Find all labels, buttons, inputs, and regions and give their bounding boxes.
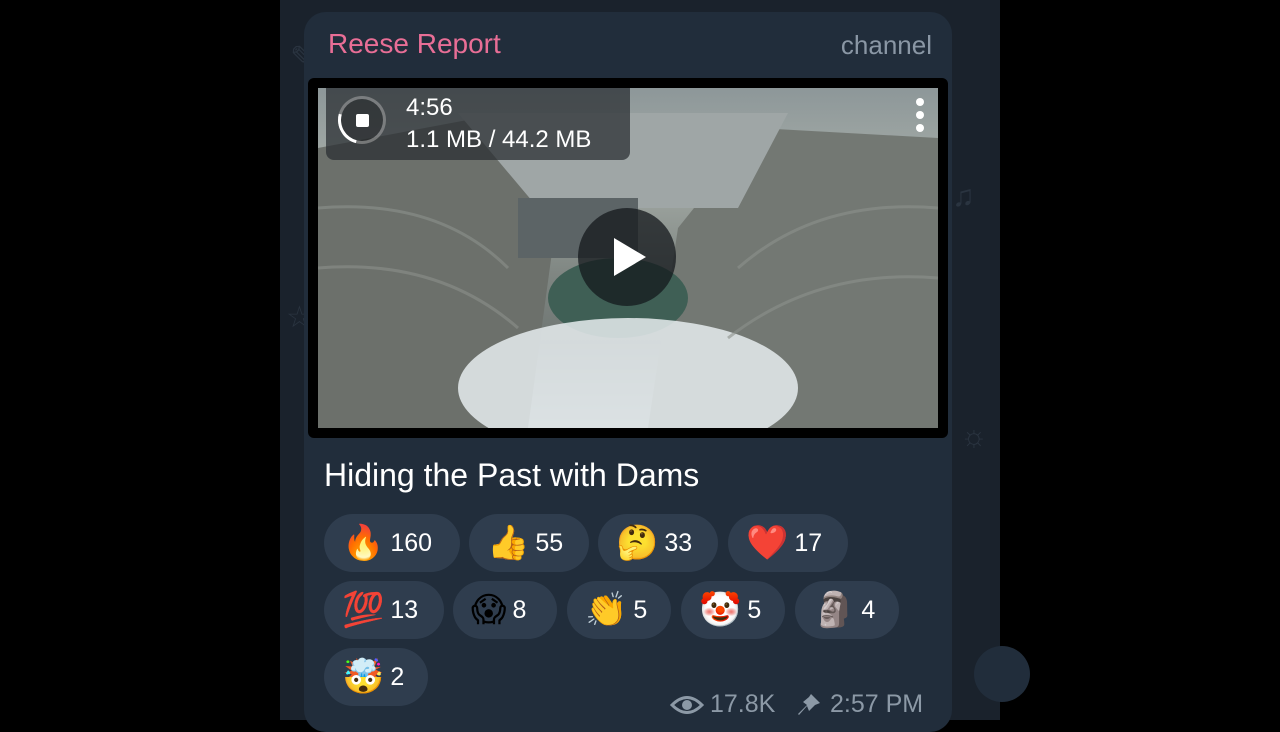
reaction-count: 4 (861, 595, 876, 624)
eye-icon (670, 696, 704, 714)
reaction-scream[interactable]: 😱 8 (453, 581, 557, 639)
video-thumbnail[interactable]: 4:56 1.1 MB / 44.2 MB (318, 88, 938, 428)
reaction-thumbs-up[interactable]: 👍 55 (469, 514, 589, 572)
channel-label: channel (840, 30, 932, 60)
view-count: 17.8K (710, 690, 776, 718)
reaction-count: 5 (633, 595, 648, 624)
reaction-thinking[interactable]: 🤔 33 (598, 514, 718, 572)
reaction-count: 2 (390, 662, 405, 691)
reaction-count: 55 (535, 528, 564, 557)
reaction-clown[interactable]: 🤡 5 (681, 581, 785, 639)
reaction-count: 13 (390, 595, 419, 624)
stop-icon (356, 114, 369, 127)
video-duration: 4:56 (406, 94, 453, 121)
pin-icon (798, 694, 820, 715)
download-progress: 1.1 MB / 44.2 MB (406, 126, 592, 153)
reaction-mind-blown[interactable]: 🤯 2 (324, 648, 428, 706)
reaction-hundred[interactable]: 💯 13 (324, 581, 444, 639)
reaction-count: 5 (747, 595, 762, 624)
message-time: 2:57 PM (830, 690, 924, 718)
clown-face-icon: 🤡 (699, 590, 742, 630)
share-button[interactable] (974, 646, 1030, 702)
reaction-count: 8 (512, 595, 527, 624)
thinking-face-icon: 🤔 (616, 523, 659, 563)
video-player[interactable]: 4:56 1.1 MB / 44.2 MB (308, 78, 948, 438)
message-caption: Hiding the Past with Dams (324, 457, 700, 493)
play-icon (614, 238, 646, 276)
reaction-fire[interactable]: 🔥 160 (324, 514, 460, 572)
screaming-face-icon: 😱 (471, 590, 507, 630)
reaction-moai[interactable]: 🗿 4 (795, 581, 899, 639)
doodle-icon: ☼ (960, 420, 988, 453)
stop-download-button[interactable] (329, 88, 395, 153)
clapping-hands-icon: 👏 (585, 590, 628, 630)
reaction-clap[interactable]: 👏 5 (567, 581, 671, 639)
heart-icon: ❤️ (746, 523, 789, 563)
reaction-count: 17 (794, 528, 823, 557)
reaction-heart[interactable]: ❤️ 17 (728, 514, 848, 572)
channel-name[interactable]: Reese Report (328, 28, 501, 60)
thumbs-up-icon: 👍 (487, 523, 530, 563)
more-vertical-icon[interactable] (916, 98, 926, 138)
exploding-head-icon: 🤯 (342, 657, 385, 697)
fire-icon: 🔥 (342, 523, 385, 563)
video-info-overlay: 4:56 1.1 MB / 44.2 MB (326, 88, 630, 160)
doodle-icon: ♫ (952, 180, 975, 213)
hundred-points-icon: 💯 (342, 590, 385, 630)
reaction-count: 160 (390, 528, 433, 557)
reaction-count: 33 (664, 528, 693, 557)
play-button[interactable] (578, 208, 676, 306)
moai-icon: 🗿 (813, 590, 856, 630)
